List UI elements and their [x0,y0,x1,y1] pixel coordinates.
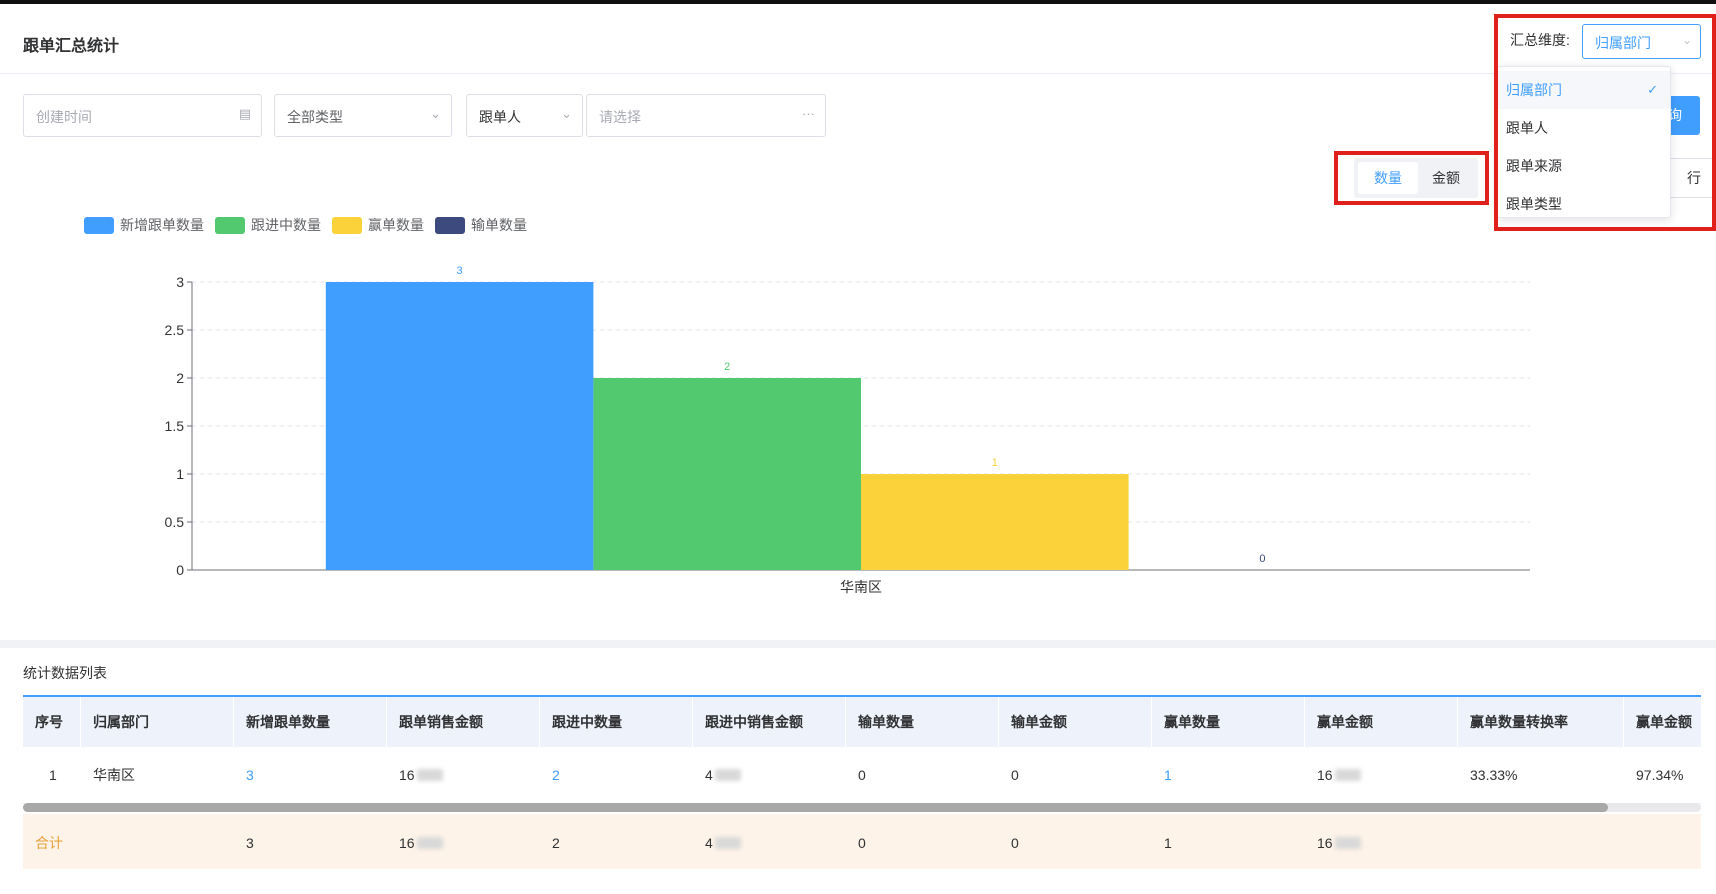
y-tick-label: 1 [176,466,184,482]
y-tick-label: 1.5 [165,418,185,434]
redacted-value [1334,769,1361,781]
column-header[interactable]: 赢单金额 [1305,697,1458,747]
table-title: 统计数据列表 [23,665,107,681]
y-tick-label: 2 [176,370,184,386]
column-header[interactable]: 输单数量 [846,697,999,747]
legend-item-lost[interactable]: 输单数量 [435,215,527,235]
cell-won-amount-rate: 97.34% [1636,767,1684,783]
redacted-value [714,769,741,781]
total-following-count: 2 [552,834,560,851]
y-tick-label: 0 [176,562,184,578]
cell-lost-count: 0 [858,767,866,783]
legend-swatch [435,216,465,234]
chevron-down-icon: ⌄ [1681,33,1692,47]
column-header[interactable]: 输单金额 [999,697,1152,747]
column-header[interactable]: 序号 [23,697,81,747]
bar-data-label: 2 [724,361,730,373]
total-new-count: 3 [246,834,254,851]
column-header[interactable]: 赢单金额 [1624,697,1701,747]
y-tick-label: 0.5 [165,514,185,530]
table-row: 1 华南区 3 16 2 4 0 0 1 16 33.33% 97.34% [23,747,1701,804]
cell-won-count-rate: 33.33% [1470,767,1518,783]
dimension-option-dept[interactable]: 归属部门 ✓ [1498,71,1670,109]
redacted-value [714,836,741,849]
column-header[interactable]: 跟单销售金额 [387,697,540,747]
dimension-option-type[interactable]: 跟单类型 [1498,185,1670,223]
column-header[interactable]: 赢单数量 [1152,697,1305,747]
table-total-row: 合计 3 16 2 4 0 0 1 16 [23,814,1701,869]
y-tick-label: 2.5 [165,322,185,338]
column-header[interactable]: 赢单数量转换率 [1458,697,1624,747]
legend-swatch [215,216,245,234]
legend-swatch [84,216,114,234]
column-header[interactable]: 跟进中数量 [540,697,693,747]
cell-new-count-link[interactable]: 3 [234,747,387,803]
total-following-amount: 4 [693,814,846,869]
chevron-down-icon: ⌄ [561,106,572,121]
legend-swatch [332,216,362,234]
dimension-dropdown: 归属部门 ✓ 跟单人 跟单来源 跟单类型 [1497,66,1671,218]
toggle-amount[interactable]: 金额 [1416,162,1476,194]
cell-won-amount: 16 [1305,747,1458,803]
bar-2 [593,378,861,570]
legend-item-new[interactable]: 新增跟单数量 [84,215,204,235]
column-header[interactable]: 新增跟单数量 [234,697,387,747]
more-icon: ··· [802,106,815,121]
dimension-label: 汇总维度: [1510,32,1570,48]
x-category-label: 华南区 [840,579,882,595]
table-header-row: 序号 归属部门 新增跟单数量 跟单销售金额 跟进中数量 跟进中销售金额 输单数量… [23,697,1701,747]
bar-data-label: 0 [1259,553,1265,565]
cell-following-amount: 4 [693,747,846,803]
created-time-picker[interactable]: 创建时间 ▤ [23,94,262,137]
person-picker[interactable]: 请选择 ··· [586,94,826,137]
total-won-count: 1 [1164,834,1172,851]
cell-index: 1 [49,767,57,783]
total-sales-amount: 16 [387,814,540,869]
page-header: 跟单汇总统计 [0,4,1716,74]
total-lost-count: 0 [858,834,866,851]
cell-following-count-link[interactable]: 2 [540,747,693,803]
person-type-select[interactable]: 跟单人 ⌄ [466,94,583,137]
y-tick-label: 3 [176,274,184,290]
total-label: 合计 [35,834,63,851]
section-divider [0,640,1716,648]
redacted-value [416,769,443,781]
horizontal-scrollbar-thumb[interactable] [23,803,1608,812]
legend-item-following[interactable]: 跟进中数量 [215,215,321,235]
column-header[interactable]: 归属部门 [81,697,234,747]
cell-dept: 华南区 [93,767,135,783]
chevron-down-icon: ⌄ [430,106,441,121]
cell-sales-amount: 16 [387,747,540,803]
bar-data-label: 1 [992,457,998,469]
page-title: 跟单汇总统计 [23,38,120,55]
chart-legend: 新增跟单数量 跟进中数量 赢单数量 输单数量 [84,214,538,236]
stats-table: 序号 归属部门 新增跟单数量 跟单销售金额 跟进中数量 跟进中销售金额 输单数量… [23,695,1701,869]
legend-item-won[interactable]: 赢单数量 [332,215,424,235]
total-won-amount: 16 [1305,814,1458,869]
bar-data-label: 3 [457,265,463,277]
bar-chart: 0 0.5 1 1.5 2 2.5 3 3 2 1 0 华南区 [165,265,1530,595]
type-select[interactable]: 全部类型 ⌄ [274,94,452,137]
total-lost-amount: 0 [1011,834,1019,851]
bar-1 [325,282,594,570]
calendar-icon: ▤ [238,106,251,121]
count-amount-toggle: 数量 金额 [1354,158,1478,198]
toggle-count[interactable]: 数量 [1358,162,1418,194]
dimension-select[interactable]: 归属部门 ⌄ [1582,24,1701,59]
cell-won-count-link[interactable]: 1 [1152,747,1305,803]
check-icon: ✓ [1647,82,1658,97]
partial-button[interactable]: 行 [1666,158,1716,198]
dimension-option-person[interactable]: 跟单人 [1498,109,1670,147]
dimension-select-value: 归属部门 [1595,35,1651,51]
column-header[interactable]: 跟进中销售金额 [693,697,846,747]
dimension-option-source[interactable]: 跟单来源 [1498,147,1670,185]
cell-lost-amount: 0 [1011,767,1019,783]
redacted-value [1334,836,1361,849]
bar-3 [861,474,1129,570]
redacted-value [416,836,443,849]
